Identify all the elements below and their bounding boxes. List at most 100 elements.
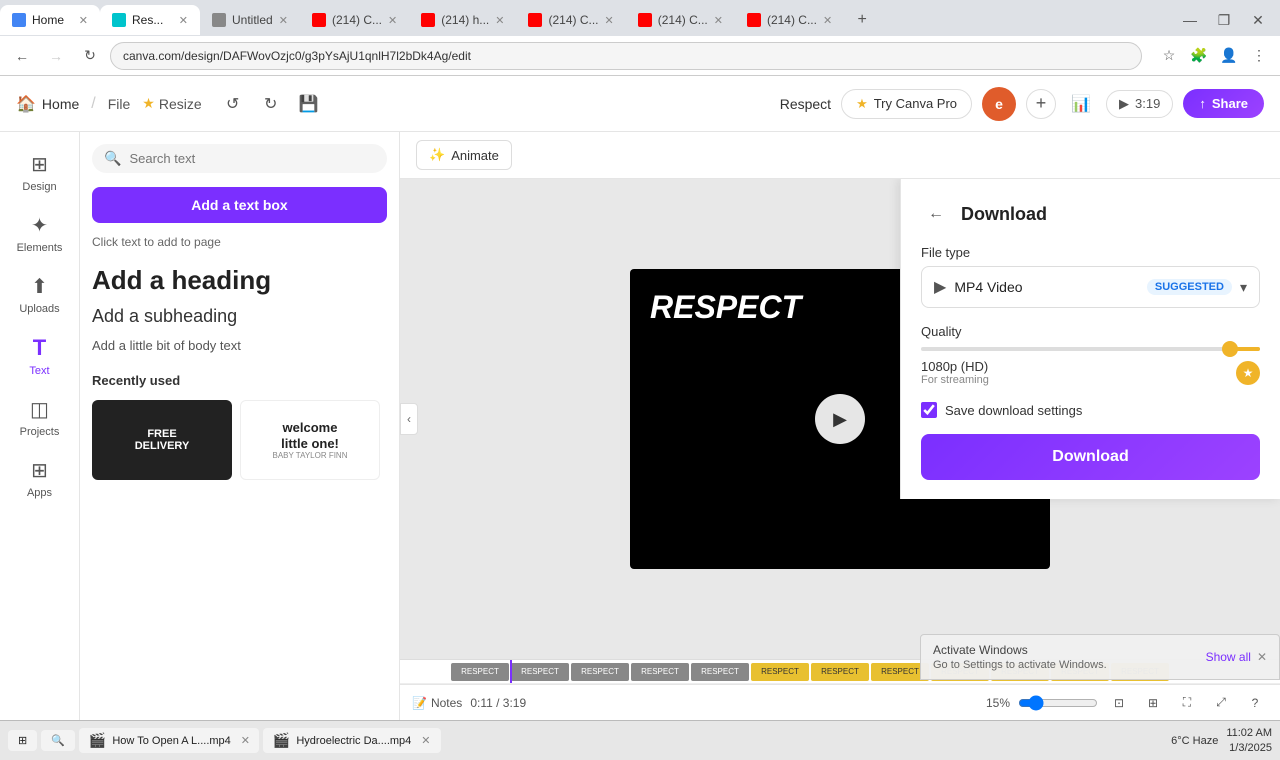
more-options-icon[interactable]: ⋮ [1246, 43, 1272, 69]
bottom-bar: 📝 Notes 0:11 / 3:19 15% ⊡ ⊞ ⛶ ⤢ ? [400, 684, 1280, 720]
search-box[interactable]: 🔍 [92, 144, 387, 173]
share-button[interactable]: ↑ Share [1183, 89, 1264, 118]
tab-yt5[interactable]: (214) C... ✕ [735, 5, 844, 35]
save-settings-row: Save download settings [921, 402, 1260, 418]
back-button[interactable]: ← [921, 199, 951, 229]
project-name: Respect [780, 96, 831, 112]
tab-yt4-label: (214) C... [658, 13, 708, 27]
main-area: ⊞ Design ✦ Elements ⬆ Uploads T Text ◫ P… [0, 132, 1280, 720]
bookmark-icon[interactable]: ☆ [1156, 43, 1182, 69]
stats-button[interactable]: 📊 [1066, 89, 1096, 119]
tab-yt3-close[interactable]: ✕ [605, 14, 614, 27]
zoom-level: 15% [986, 696, 1010, 710]
avatar[interactable]: e [982, 87, 1016, 121]
save-status-button[interactable]: 💾 [294, 89, 324, 119]
tab-canva[interactable]: Res... ✕ [100, 5, 200, 35]
taskbar-item2[interactable]: 🎬 Hydroelectric Da....mp4 ✕ [263, 728, 441, 753]
tab-home-close[interactable]: ✕ [79, 14, 88, 27]
back-nav-btn[interactable]: ← [8, 42, 36, 70]
sidebar-item-elements[interactable]: ✦ Elements [5, 205, 75, 262]
quality-sub: For streaming [921, 374, 989, 386]
sidebar-item-projects[interactable]: ◫ Projects [5, 389, 75, 446]
notes-button[interactable]: 📝 Notes [412, 696, 462, 710]
forward-nav-btn[interactable]: → [42, 42, 70, 70]
zoom-slider[interactable] [1018, 695, 1098, 711]
animate-button[interactable]: ✨ Animate [416, 140, 512, 170]
tab-yt4[interactable]: (214) C... ✕ [626, 5, 735, 35]
thumb-welcome-sub: BABY TAYLOR FINN [273, 451, 348, 460]
timer-button[interactable]: ▶ 3:19 [1106, 90, 1173, 118]
undo-button[interactable]: ↺ [218, 89, 248, 119]
file-type-label: File type [921, 245, 1260, 260]
tab-untitled-label: Untitled [232, 13, 273, 27]
tab-yt1-close[interactable]: ✕ [388, 14, 397, 27]
download-panel: ← Download File type ▶ MP4 Video SUGGEST… [900, 179, 1280, 499]
thumb-welcome[interactable]: welcomelittle one! BABY TAYLOR FINN [240, 400, 380, 480]
minimize-btn[interactable]: — [1176, 6, 1204, 34]
fullscreen-button[interactable]: ⛶ [1174, 690, 1200, 716]
notification-close-icon[interactable]: ✕ [1257, 650, 1267, 664]
home-button[interactable]: 🏠 Home [16, 94, 79, 114]
windows-notification: Activate WindowsGo to Settings to activa… [920, 634, 1280, 680]
slider-thumb[interactable] [1222, 341, 1238, 357]
subheading-style[interactable]: Add a subheading [92, 306, 387, 327]
new-tab-button[interactable]: + [848, 6, 876, 34]
home-label: Home [42, 96, 79, 112]
grid-button[interactable]: ⊞ [1140, 690, 1166, 716]
tab-yt1[interactable]: (214) C... ✕ [300, 5, 409, 35]
sidebar-item-uploads-label: Uploads [19, 303, 59, 315]
tab-untitled-close[interactable]: ✕ [279, 14, 288, 27]
address-bar[interactable]: canva.com/design/DAFWovOzjc0/g3pYsAjU1qn… [110, 42, 1142, 70]
notes-label: Notes [431, 696, 462, 710]
tab-canva-close[interactable]: ✕ [179, 14, 188, 27]
fit-screen-button[interactable]: ⊡ [1106, 690, 1132, 716]
star-icon: ★ [142, 95, 155, 112]
tab-yt2-close[interactable]: ✕ [495, 14, 504, 27]
sidebar-item-text[interactable]: T Text [5, 327, 75, 385]
thumb-free-delivery[interactable]: FREE DELIVERY [92, 400, 232, 480]
redo-button[interactable]: ↻ [256, 89, 286, 119]
body-style[interactable]: Add a little bit of body text [92, 337, 387, 355]
resize-button[interactable]: ★ Resize [142, 95, 201, 112]
file-button[interactable]: File [108, 96, 131, 112]
file-type-select[interactable]: ▶ MP4 Video SUGGESTED ▾ [921, 266, 1260, 308]
restore-btn[interactable]: ❐ [1210, 6, 1238, 34]
close-browser-btn[interactable]: ✕ [1244, 6, 1272, 34]
browser-nav: ← → ↻ canva.com/design/DAFWovOzjc0/g3pYs… [0, 36, 1280, 76]
quality-info-row: 1080p (HD) For streaming ★ [921, 359, 1260, 386]
add-collaborator-button[interactable]: + [1026, 89, 1056, 119]
home-icon: 🏠 [16, 94, 36, 114]
taskbar-windows-button[interactable]: ⊞ [8, 730, 37, 751]
play-button[interactable]: ▶ [815, 394, 865, 444]
try-pro-button[interactable]: ★ Try Canva Pro [841, 89, 972, 119]
save-settings-checkbox[interactable] [921, 402, 937, 418]
tab-yt4-close[interactable]: ✕ [714, 14, 723, 27]
tab-untitled[interactable]: Untitled ✕ [200, 5, 300, 35]
tab-home[interactable]: Home ✕ [0, 5, 100, 35]
heading-style[interactable]: Add a heading [92, 265, 387, 296]
present-button[interactable]: ⤢ [1208, 690, 1234, 716]
download-button[interactable]: Download [921, 434, 1260, 480]
thumb-free-line1: FREE [147, 428, 176, 440]
help-button[interactable]: ? [1242, 690, 1268, 716]
sidebar-item-uploads[interactable]: ⬆ Uploads [5, 266, 75, 323]
search-input[interactable] [129, 151, 375, 166]
taskbar-search-button[interactable]: 🔍 [41, 730, 75, 751]
body-label: Add a little bit of body text [92, 338, 241, 353]
profile-icon[interactable]: 👤 [1216, 43, 1242, 69]
taskbar-item2-close[interactable]: ✕ [421, 734, 430, 747]
reload-btn[interactable]: ↻ [76, 42, 104, 70]
tab-yt3[interactable]: (214) C... ✕ [516, 5, 625, 35]
sidebar-item-design[interactable]: ⊞ Design [5, 144, 75, 201]
tab-yt2[interactable]: (214) h... ✕ [409, 5, 516, 35]
panel-collapse-button[interactable]: ‹ [400, 403, 418, 435]
sidebar-item-apps[interactable]: ⊞ Apps [5, 450, 75, 507]
add-textbox-button[interactable]: Add a text box [92, 187, 387, 223]
tab-yt5-close[interactable]: ✕ [823, 14, 832, 27]
extension-icon[interactable]: 🧩 [1186, 43, 1212, 69]
play-icon: ▶ [1119, 96, 1129, 112]
taskbar-item1[interactable]: 🎬 How To Open A L....mp4 ✕ [79, 728, 259, 753]
show-all-button[interactable]: Show all [1206, 650, 1251, 664]
taskbar-item1-close[interactable]: ✕ [241, 734, 250, 747]
save-settings-label: Save download settings [945, 403, 1082, 418]
